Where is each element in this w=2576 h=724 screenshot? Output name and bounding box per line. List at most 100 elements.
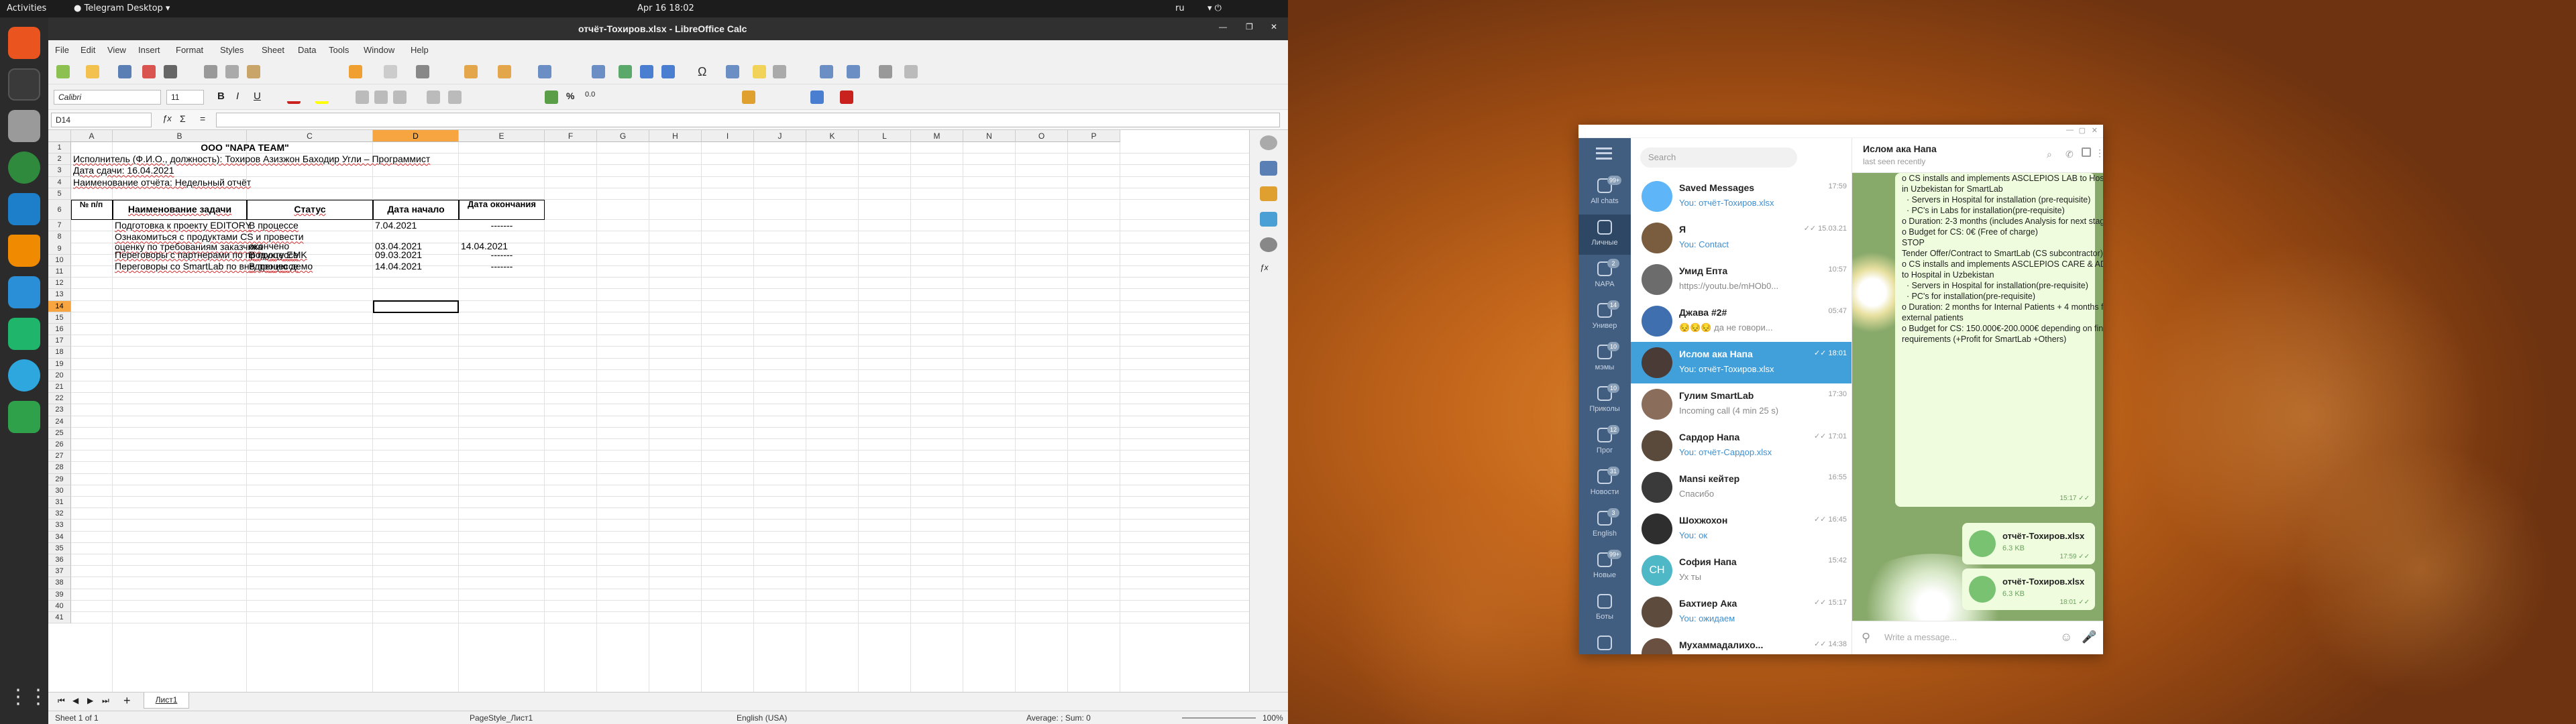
- row-header[interactable]: 41: [48, 612, 71, 624]
- row-header[interactable]: 23: [48, 404, 71, 416]
- files-icon[interactable]: [8, 110, 40, 142]
- menu-format[interactable]: Format: [176, 45, 203, 55]
- chat-row[interactable]: Джава #2# 😔😔😔 да не говори... 05:47: [1631, 300, 1851, 342]
- message-bubble[interactable]: o CS installs and implements ASCLEPIOS L…: [1895, 173, 2103, 507]
- row-header[interactable]: 20: [48, 369, 71, 381]
- paste-icon[interactable]: [247, 65, 260, 78]
- sheet-tab-list1[interactable]: Лист1: [144, 692, 189, 709]
- formula-input[interactable]: [216, 113, 1280, 127]
- align-right-icon[interactable]: [393, 90, 407, 104]
- menu-edit[interactable]: Edit: [80, 45, 95, 55]
- column-header-g[interactable]: G: [597, 130, 649, 142]
- row-header[interactable]: 21: [48, 381, 71, 394]
- system-tray[interactable]: ▾ ⏻: [1208, 3, 1222, 13]
- save-icon[interactable]: [118, 65, 131, 78]
- header-task[interactable]: Наименование задачи: [115, 204, 245, 215]
- close-icon[interactable]: ✕: [1271, 22, 1277, 32]
- zoom-slider[interactable]: [1182, 717, 1256, 719]
- gallery-icon[interactable]: [1260, 212, 1277, 227]
- row-header[interactable]: 26: [48, 439, 71, 451]
- row-header[interactable]: 4: [48, 176, 71, 188]
- end-cell[interactable]: -------: [461, 249, 543, 261]
- row-header[interactable]: 9: [48, 243, 71, 255]
- conditional-icon[interactable]: [840, 90, 853, 104]
- row-header[interactable]: 39: [48, 589, 71, 601]
- column-header-d[interactable]: D: [373, 130, 459, 142]
- chat-row[interactable]: Я You: Contact ✓✓ 15.03.21: [1631, 217, 1851, 259]
- merge-icon[interactable]: [448, 90, 462, 104]
- folder-8[interactable]: English 3: [1578, 505, 1631, 546]
- properties-icon[interactable]: [1260, 161, 1277, 176]
- special-char-icon[interactable]: Ω: [698, 65, 711, 78]
- formula-icon[interactable]: =: [200, 113, 205, 124]
- prev-sheet-icon[interactable]: ◀: [72, 696, 78, 705]
- column-header-a[interactable]: A: [71, 130, 113, 142]
- row-header[interactable]: 19: [48, 358, 71, 370]
- column-icon[interactable]: [498, 65, 511, 78]
- add-sheet-icon[interactable]: +: [123, 694, 131, 708]
- split-icon[interactable]: [847, 65, 860, 78]
- copy-icon[interactable]: [225, 65, 239, 78]
- chat-row[interactable]: Ислом ака Напа You: отчёт-Тохиров.xlsx ✓✓ …: [1631, 342, 1851, 383]
- message-input[interactable]: Write a message...: [1884, 632, 1957, 642]
- bold-button[interactable]: B: [217, 90, 225, 102]
- report-date[interactable]: Дата сдачи: 16.04.2021: [73, 165, 174, 176]
- attach-icon[interactable]: ⚲: [1862, 631, 1870, 645]
- tg-maximize-icon[interactable]: ▢: [2079, 126, 2086, 135]
- column-header-j[interactable]: J: [754, 130, 806, 142]
- row-header[interactable]: 14: [48, 300, 71, 312]
- search-input[interactable]: Search: [1640, 147, 1797, 168]
- row-header[interactable]: 17: [48, 335, 71, 347]
- first-sheet-icon[interactable]: ⏮: [58, 696, 65, 706]
- input-language[interactable]: ru: [1175, 3, 1185, 13]
- chat-row[interactable]: Бахтиер Ака You: ожидаем ✓✓ 15:17: [1631, 591, 1851, 633]
- libreoffice-calc-icon[interactable]: [8, 401, 40, 433]
- print-icon[interactable]: [164, 65, 177, 78]
- freeze-icon[interactable]: [820, 65, 833, 78]
- next-sheet-icon[interactable]: ▶: [87, 696, 93, 705]
- webstorm-icon[interactable]: [8, 193, 40, 225]
- styles-icon[interactable]: [1260, 186, 1277, 201]
- active-app-menu[interactable]: ● Telegram Desktop ▾: [74, 3, 170, 13]
- end-cell[interactable]: -------: [461, 261, 543, 272]
- row-header[interactable]: 12: [48, 278, 71, 290]
- row-header[interactable]: 40: [48, 600, 71, 612]
- mic-icon[interactable]: 🎤: [2082, 630, 2096, 644]
- menu-insert[interactable]: Insert: [138, 45, 160, 55]
- column-header-b[interactable]: B: [113, 130, 247, 142]
- row-header[interactable]: 28: [48, 462, 71, 474]
- menu-styles[interactable]: Styles: [220, 45, 244, 55]
- menu-data[interactable]: Data: [298, 45, 316, 55]
- row-header[interactable]: 2: [48, 154, 71, 166]
- borders-icon[interactable]: [742, 90, 755, 104]
- menu-tools[interactable]: Tools: [329, 45, 349, 55]
- header-start[interactable]: Дата начало: [375, 204, 457, 215]
- underline-button[interactable]: U: [254, 90, 261, 102]
- row-header[interactable]: 1: [48, 142, 71, 154]
- tg-close-icon[interactable]: ✕: [2092, 126, 2098, 135]
- page-style[interactable]: PageStyle_Лист1: [470, 713, 533, 723]
- emoji-icon[interactable]: ☺: [2060, 630, 2072, 644]
- row-header[interactable]: 6: [48, 200, 71, 221]
- status-cell[interactable]: В процессе: [249, 249, 299, 261]
- tg-minimize-icon[interactable]: —: [2066, 126, 2074, 134]
- row-icon[interactable]: [464, 65, 478, 78]
- align-center-icon[interactable]: [374, 90, 388, 104]
- navigator-icon[interactable]: [1260, 237, 1277, 252]
- search-icon[interactable]: ⌕: [2047, 149, 2052, 160]
- row-header[interactable]: 29: [48, 473, 71, 485]
- font-name-box[interactable]: Calibri: [54, 90, 161, 105]
- report-name[interactable]: Наименование отчёта: Недельный отчёт: [73, 177, 251, 188]
- menu-sheet[interactable]: Sheet: [262, 45, 284, 55]
- selection-stats[interactable]: Average: ; Sum: 0: [1026, 713, 1091, 723]
- sum-icon[interactable]: Σ: [180, 113, 186, 124]
- column-header-n[interactable]: N: [963, 130, 1016, 142]
- row-header[interactable]: 22: [48, 393, 71, 405]
- row-header[interactable]: 11: [48, 266, 71, 278]
- menu-file[interactable]: File: [55, 45, 69, 55]
- ubuntu-software-icon[interactable]: [8, 27, 40, 59]
- show-draw-icon[interactable]: [879, 65, 892, 78]
- functions-icon[interactable]: ƒx: [1260, 263, 1277, 278]
- report-executor[interactable]: Исполнитель (Ф.И.О., должность): Тохиров…: [73, 154, 430, 165]
- chat-row[interactable]: Mansi кейтер Спасибо 16:55: [1631, 467, 1851, 508]
